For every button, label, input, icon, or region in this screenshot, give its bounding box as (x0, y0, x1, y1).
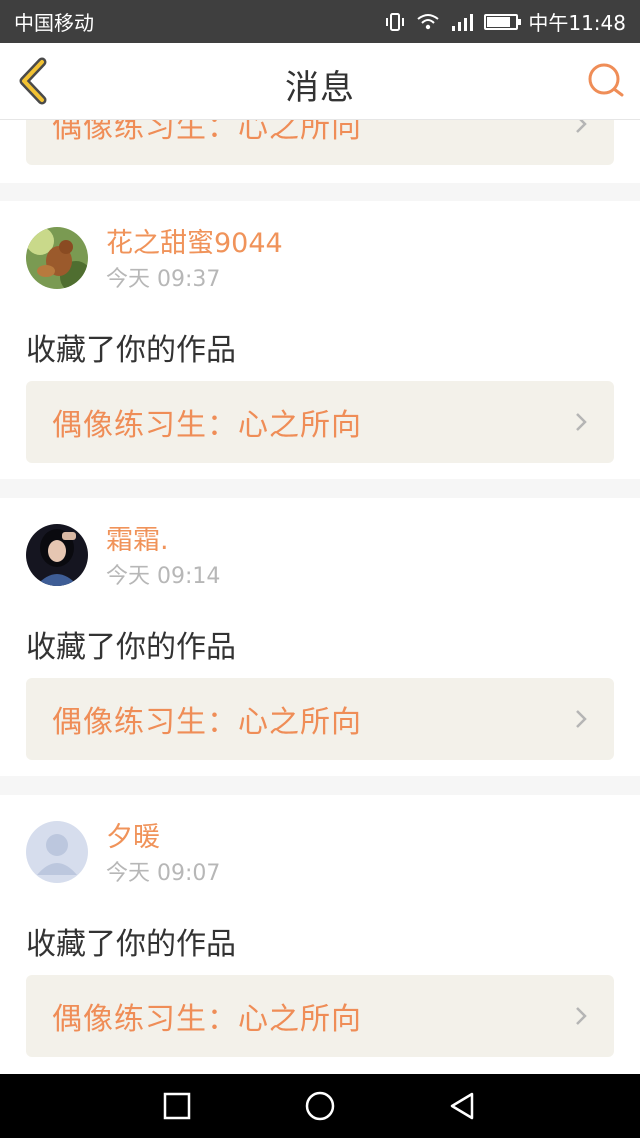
work-title: 偶像练习生：心之所向 (52, 705, 362, 740)
action-text: 收藏了你的作品 (26, 927, 236, 962)
work-link[interactable]: 偶像练习生：心之所向 (26, 120, 614, 165)
work-link[interactable]: 偶像练习生：心之所向 (26, 678, 614, 760)
chevron-right-icon (576, 1007, 587, 1025)
message-card: 霜霜. 今天 09:14 收藏了你的作品 偶像练习生：心之所向 (0, 498, 640, 776)
username[interactable]: 花之甜蜜9044 (106, 227, 283, 261)
message-card-previous: 偶像练习生：心之所向 (0, 120, 640, 183)
chevron-right-icon (576, 413, 587, 431)
avatar[interactable] (26, 524, 88, 586)
system-nav-bar (0, 1074, 640, 1138)
timestamp: 今天 09:07 (106, 861, 221, 886)
carrier-label: 中国移动 (14, 11, 94, 35)
user-row[interactable]: 花之甜蜜9044 今天 09:37 (26, 227, 283, 293)
timestamp: 今天 09:37 (106, 267, 221, 292)
action-text: 收藏了你的作品 (26, 630, 236, 665)
chevron-right-icon (576, 710, 587, 728)
username[interactable]: 霜霜. (106, 524, 220, 558)
circle-icon[interactable] (304, 1090, 336, 1122)
battery-icon (484, 13, 522, 30)
user-meta: 夕暖 今天 09:07 (106, 821, 220, 887)
user-row[interactable]: 夕暖 今天 09:07 (26, 821, 220, 887)
status-bar: 中国移动 中午11:48 (0, 0, 640, 43)
search-icon (588, 63, 624, 97)
square-icon[interactable] (161, 1090, 193, 1122)
username[interactable]: 夕暖 (106, 821, 220, 855)
message-list[interactable]: 偶像练习生：心之所向 花之甜蜜9044 今天 09:37 收藏了你的作品 偶像练… (0, 120, 640, 1074)
work-link[interactable]: 偶像练习生：心之所向 (26, 381, 614, 463)
timestamp: 今天 09:14 (106, 564, 221, 589)
user-meta: 花之甜蜜9044 今天 09:37 (106, 227, 283, 293)
work-title: 偶像练习生：心之所向 (52, 1002, 362, 1037)
avatar[interactable] (26, 821, 88, 883)
signal-icon (452, 13, 474, 31)
search-button[interactable] (586, 61, 626, 101)
action-text: 收藏了你的作品 (26, 333, 236, 368)
user-row[interactable]: 霜霜. 今天 09:14 (26, 524, 220, 590)
triangle-back-icon[interactable] (446, 1090, 478, 1122)
header: 消息 (0, 43, 640, 120)
status-icons: 中午11:48 (384, 7, 626, 36)
page-title: 消息 (285, 68, 355, 108)
vibrate-icon (386, 12, 405, 31)
message-card: 花之甜蜜9044 今天 09:37 收藏了你的作品 偶像练习生：心之所向 (0, 201, 640, 479)
work-link[interactable]: 偶像练习生：心之所向 (26, 975, 614, 1057)
work-title: 偶像练习生：心之所向 (52, 120, 362, 145)
clock: 中午11:48 (528, 11, 626, 35)
user-meta: 霜霜. 今天 09:14 (106, 524, 220, 590)
wifi-icon (417, 13, 439, 29)
chevron-right-icon (576, 120, 587, 133)
message-card: 夕暖 今天 09:07 收藏了你的作品 偶像练习生：心之所向 (0, 795, 640, 1074)
work-title: 偶像练习生：心之所向 (52, 408, 362, 443)
avatar[interactable] (26, 227, 88, 289)
